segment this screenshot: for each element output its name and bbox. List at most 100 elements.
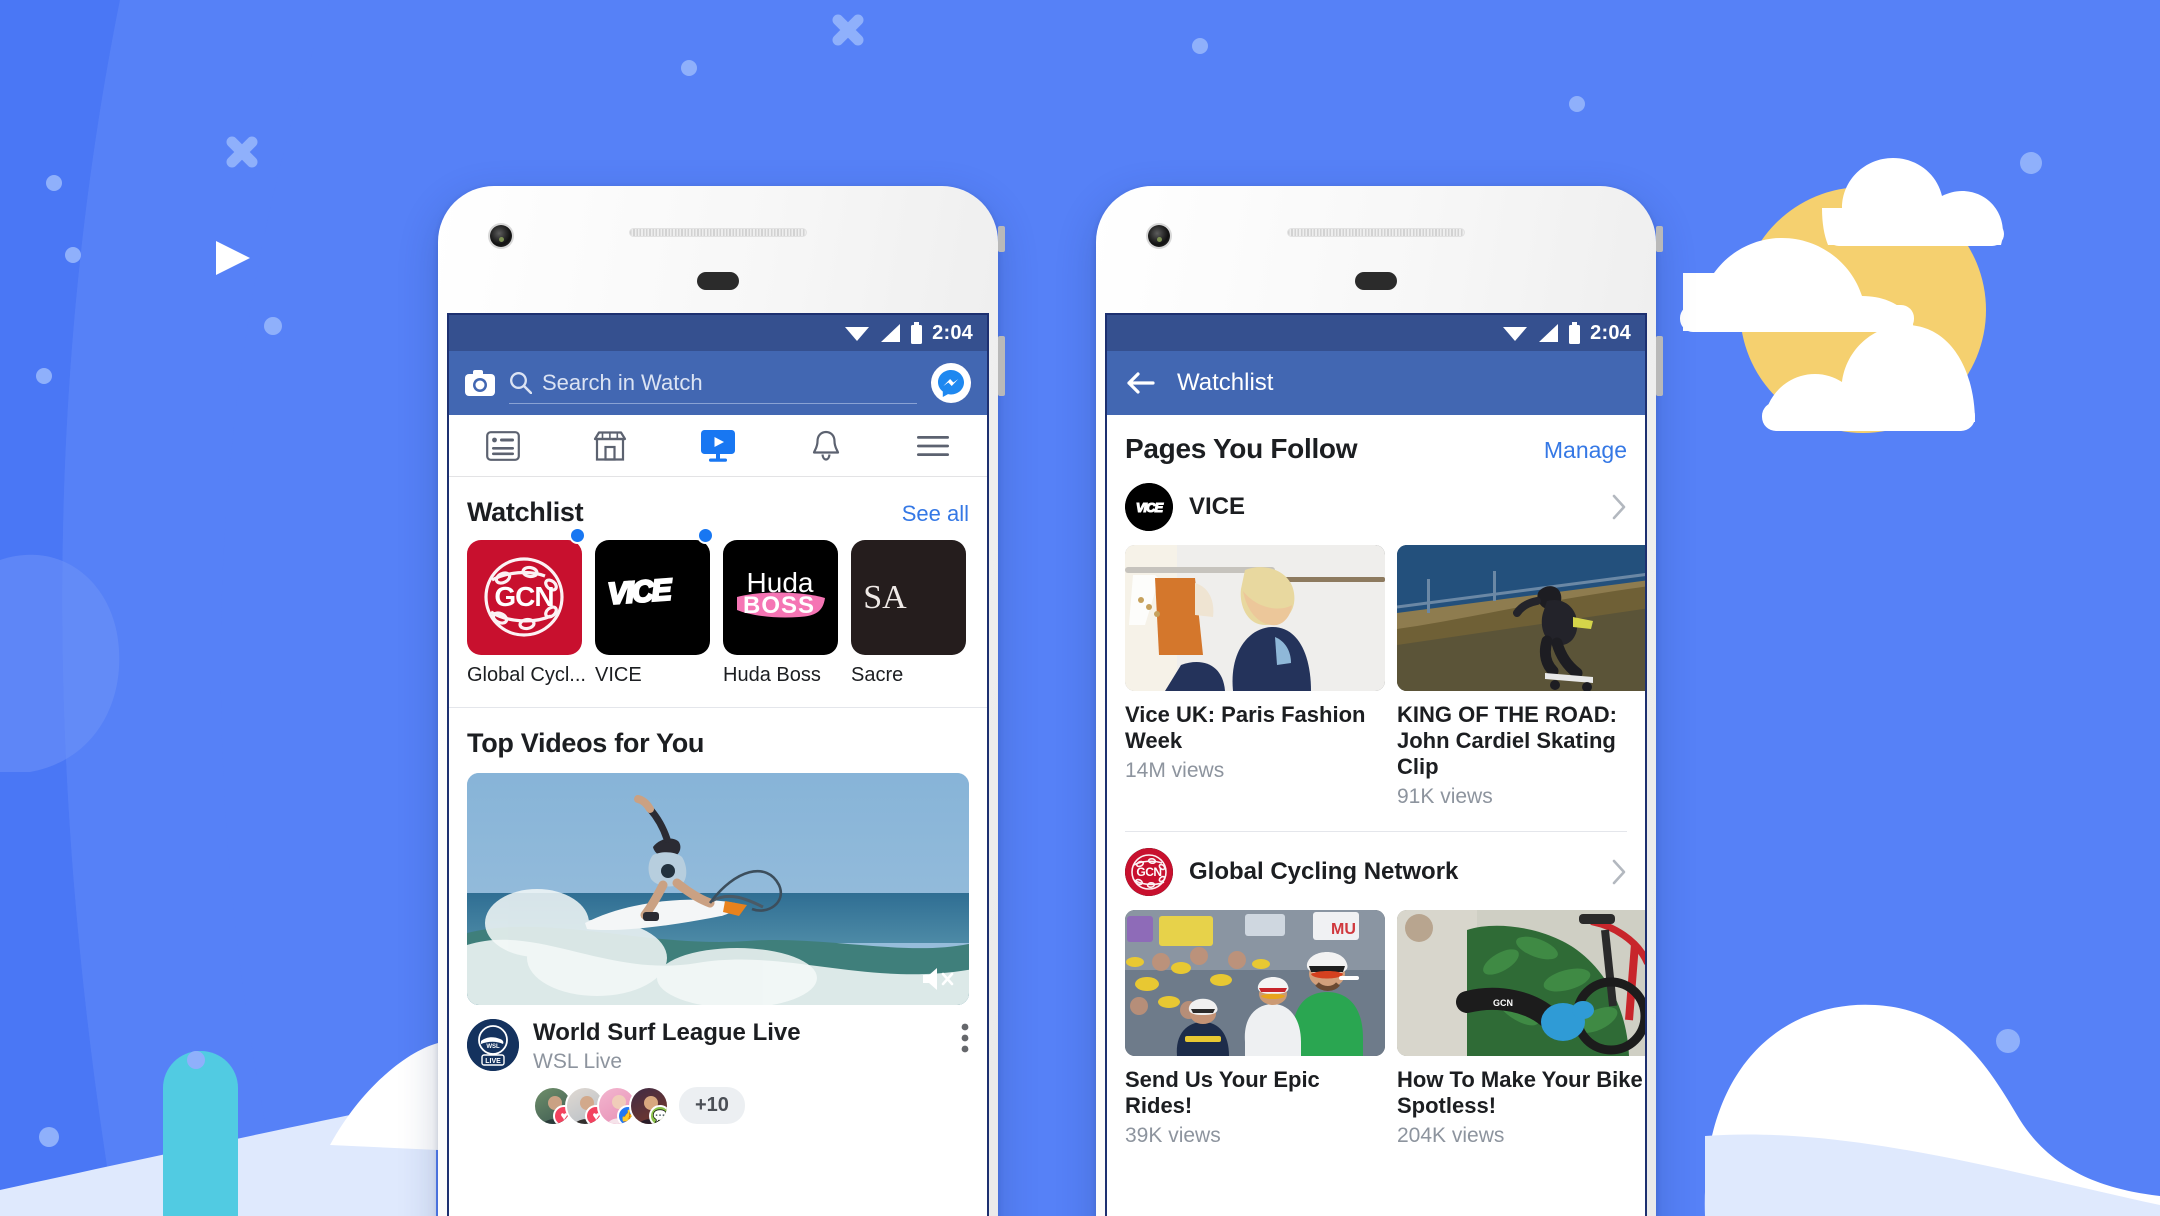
- top-videos-header: Top Videos for You: [449, 708, 987, 773]
- news-feed-icon: [485, 430, 520, 461]
- sensor-dot: [697, 272, 739, 290]
- app-bar-left: Search in Watch: [449, 351, 987, 415]
- power-button-right[interactable]: [1656, 226, 1663, 252]
- watchlist-item-label: Huda Boss: [723, 664, 821, 686]
- sidebar-item-marketplace[interactable]: [557, 415, 665, 476]
- video-card[interactable]: WSL LIVE World Surf League Live WSL Live: [449, 773, 987, 1126]
- pages-you-follow-title: Pages You Follow: [1125, 433, 1358, 464]
- video-row-gcn[interactable]: MU Send Us Your Epic Rides! 39K views GC…: [1107, 909, 1645, 1148]
- background-illustration: [0, 0, 2160, 1216]
- svg-text:GCN: GCN: [1493, 998, 1513, 1008]
- video-item[interactable]: Vice UK: Paris Fashion Week 14M views: [1125, 545, 1385, 809]
- video-item[interactable]: MU Send Us Your Epic Rides! 39K views: [1125, 909, 1385, 1148]
- camera-icon[interactable]: [465, 370, 495, 396]
- video-title: How To Make Your Bike Spotless!: [1397, 1066, 1643, 1118]
- marketplace-icon: [594, 430, 627, 461]
- battery-icon: [911, 322, 923, 344]
- video-meta: WSL LIVE World Surf League Live WSL Live: [467, 1019, 969, 1074]
- watchlist-section-header: Watchlist See all: [449, 477, 987, 540]
- wifi-icon: [845, 327, 870, 341]
- video-title: Vice UK: Paris Fashion Week: [1125, 702, 1366, 753]
- front-camera-icon: [1148, 225, 1170, 247]
- cloud-top-right-base: [1827, 222, 2004, 246]
- video-title: KING OF THE ROAD: John Cardiel Skating C…: [1397, 702, 1617, 779]
- mute-icon[interactable]: [921, 965, 955, 993]
- volume-button-right[interactable]: [1656, 336, 1663, 396]
- page-row-gcn[interactable]: GCN Global Cycling Network: [1107, 832, 1645, 910]
- page-title: Watchlist: [1177, 369, 1274, 396]
- video-title: Send Us Your Epic Rides!: [1125, 1066, 1320, 1118]
- video-title: World Surf League Live: [533, 1019, 801, 1046]
- app-bar-right: Watchlist: [1107, 351, 1645, 415]
- video-views: 39K views: [1125, 1123, 1221, 1147]
- status-bar-left: 2:04: [449, 315, 987, 351]
- wifi-icon: [1503, 327, 1528, 341]
- back-arrow-icon[interactable]: [1125, 371, 1155, 395]
- video-views: 204K views: [1397, 1123, 1505, 1147]
- svg-text:VICE: VICE: [607, 573, 674, 610]
- watchlist-row[interactable]: GCN Global Cycl... VICE VICE Huda BOSS H…: [449, 527, 987, 687]
- status-bar-right: 2:04: [1107, 315, 1645, 351]
- messenger-icon[interactable]: [931, 363, 971, 403]
- video-row-vice[interactable]: Vice UK: Paris Fashion Week 14M views KI…: [1107, 545, 1645, 809]
- screen-left: 2:04 Search in Watch Watchlist See all G…: [447, 313, 989, 1216]
- cloud-lower-right-base: [1762, 402, 1975, 431]
- sidebar-item-news-feed[interactable]: [449, 415, 557, 476]
- tour-cyclists-photo[interactable]: MU: [1125, 909, 1385, 1056]
- watchlist-item[interactable]: SA Sacre: [851, 540, 966, 687]
- skater-photo[interactable]: [1397, 545, 1645, 691]
- battery-icon: [1569, 322, 1581, 344]
- bell-icon: [812, 430, 839, 461]
- see-all-link[interactable]: See all: [902, 501, 969, 527]
- signal-icon: [1539, 324, 1559, 342]
- svg-text:BOSS: BOSS: [743, 592, 815, 619]
- signal-icon: [881, 324, 901, 342]
- watchlist-title: Watchlist: [467, 497, 584, 527]
- watchlist-item[interactable]: VICE VICE: [595, 527, 714, 687]
- vice-logo: VICE: [1125, 483, 1173, 531]
- chevron-right-icon[interactable]: [1611, 858, 1627, 886]
- sidebar-item-menu[interactable]: [879, 415, 987, 476]
- phone-device-right: 2:04 Watchlist Pages You Follow Manage V…: [1091, 181, 1663, 1216]
- kebab-menu-icon[interactable]: [961, 1019, 969, 1053]
- volume-button-left[interactable]: [998, 336, 1005, 396]
- wsl-live-logo: WSL LIVE: [467, 1019, 519, 1071]
- tab-bar-left: [449, 415, 987, 477]
- vice-logo: VICE: [595, 540, 710, 655]
- page-row-vice[interactable]: VICE VICE: [1107, 479, 1645, 545]
- chevron-right-icon[interactable]: [1611, 493, 1627, 521]
- user-avatar-4: 💬: [629, 1085, 669, 1126]
- svg-text:WSL: WSL: [486, 1044, 500, 1050]
- watchlist-item[interactable]: GCN Global Cycl...: [467, 527, 586, 687]
- sidebar-item-notifications[interactable]: [772, 415, 880, 476]
- phone-device-left: 2:04 Search in Watch Watchlist See all G…: [433, 181, 1005, 1216]
- bike-cleaning-photo[interactable]: GCN: [1397, 909, 1645, 1056]
- search-icon: [510, 372, 532, 394]
- video-item[interactable]: GCN How To Make Your Bike Spotless! 204K…: [1397, 909, 1645, 1148]
- earpiece-grille: [1287, 228, 1465, 237]
- gcn-logo: GCN: [467, 540, 582, 655]
- tab-watch[interactable]: [664, 415, 772, 476]
- search-input[interactable]: Search in Watch: [509, 362, 917, 404]
- power-button-left[interactable]: [998, 226, 1005, 252]
- gcn-logo: GCN: [1125, 847, 1173, 896]
- video-views: 91K views: [1397, 784, 1493, 808]
- watchlist-item-label: VICE: [595, 664, 642, 686]
- reaction-avatars: ♥ ♥ 👍 💬 +10: [533, 1085, 969, 1126]
- earpiece-grille: [629, 228, 807, 237]
- surfer-aerial-photo[interactable]: [467, 773, 969, 1005]
- video-views: 14M views: [1125, 758, 1225, 782]
- video-item[interactable]: KING OF THE ROAD: John Cardiel Skating C…: [1397, 545, 1645, 809]
- unread-dot: [697, 527, 714, 544]
- svg-text:SA: SA: [863, 579, 907, 616]
- manage-link[interactable]: Manage: [1544, 437, 1627, 464]
- svg-text:GCN: GCN: [494, 581, 553, 612]
- watchlist-item[interactable]: Huda BOSS Huda Boss: [723, 540, 838, 687]
- fashion-week-photo[interactable]: [1125, 545, 1385, 691]
- status-time: 2:04: [1590, 321, 1631, 344]
- status-time: 2:04: [932, 321, 973, 344]
- sensor-dot: [1355, 272, 1397, 290]
- svg-text:LIVE: LIVE: [485, 1058, 501, 1065]
- cloud-mid-right-base: [1680, 305, 1914, 332]
- reaction-more-count[interactable]: +10: [679, 1087, 745, 1125]
